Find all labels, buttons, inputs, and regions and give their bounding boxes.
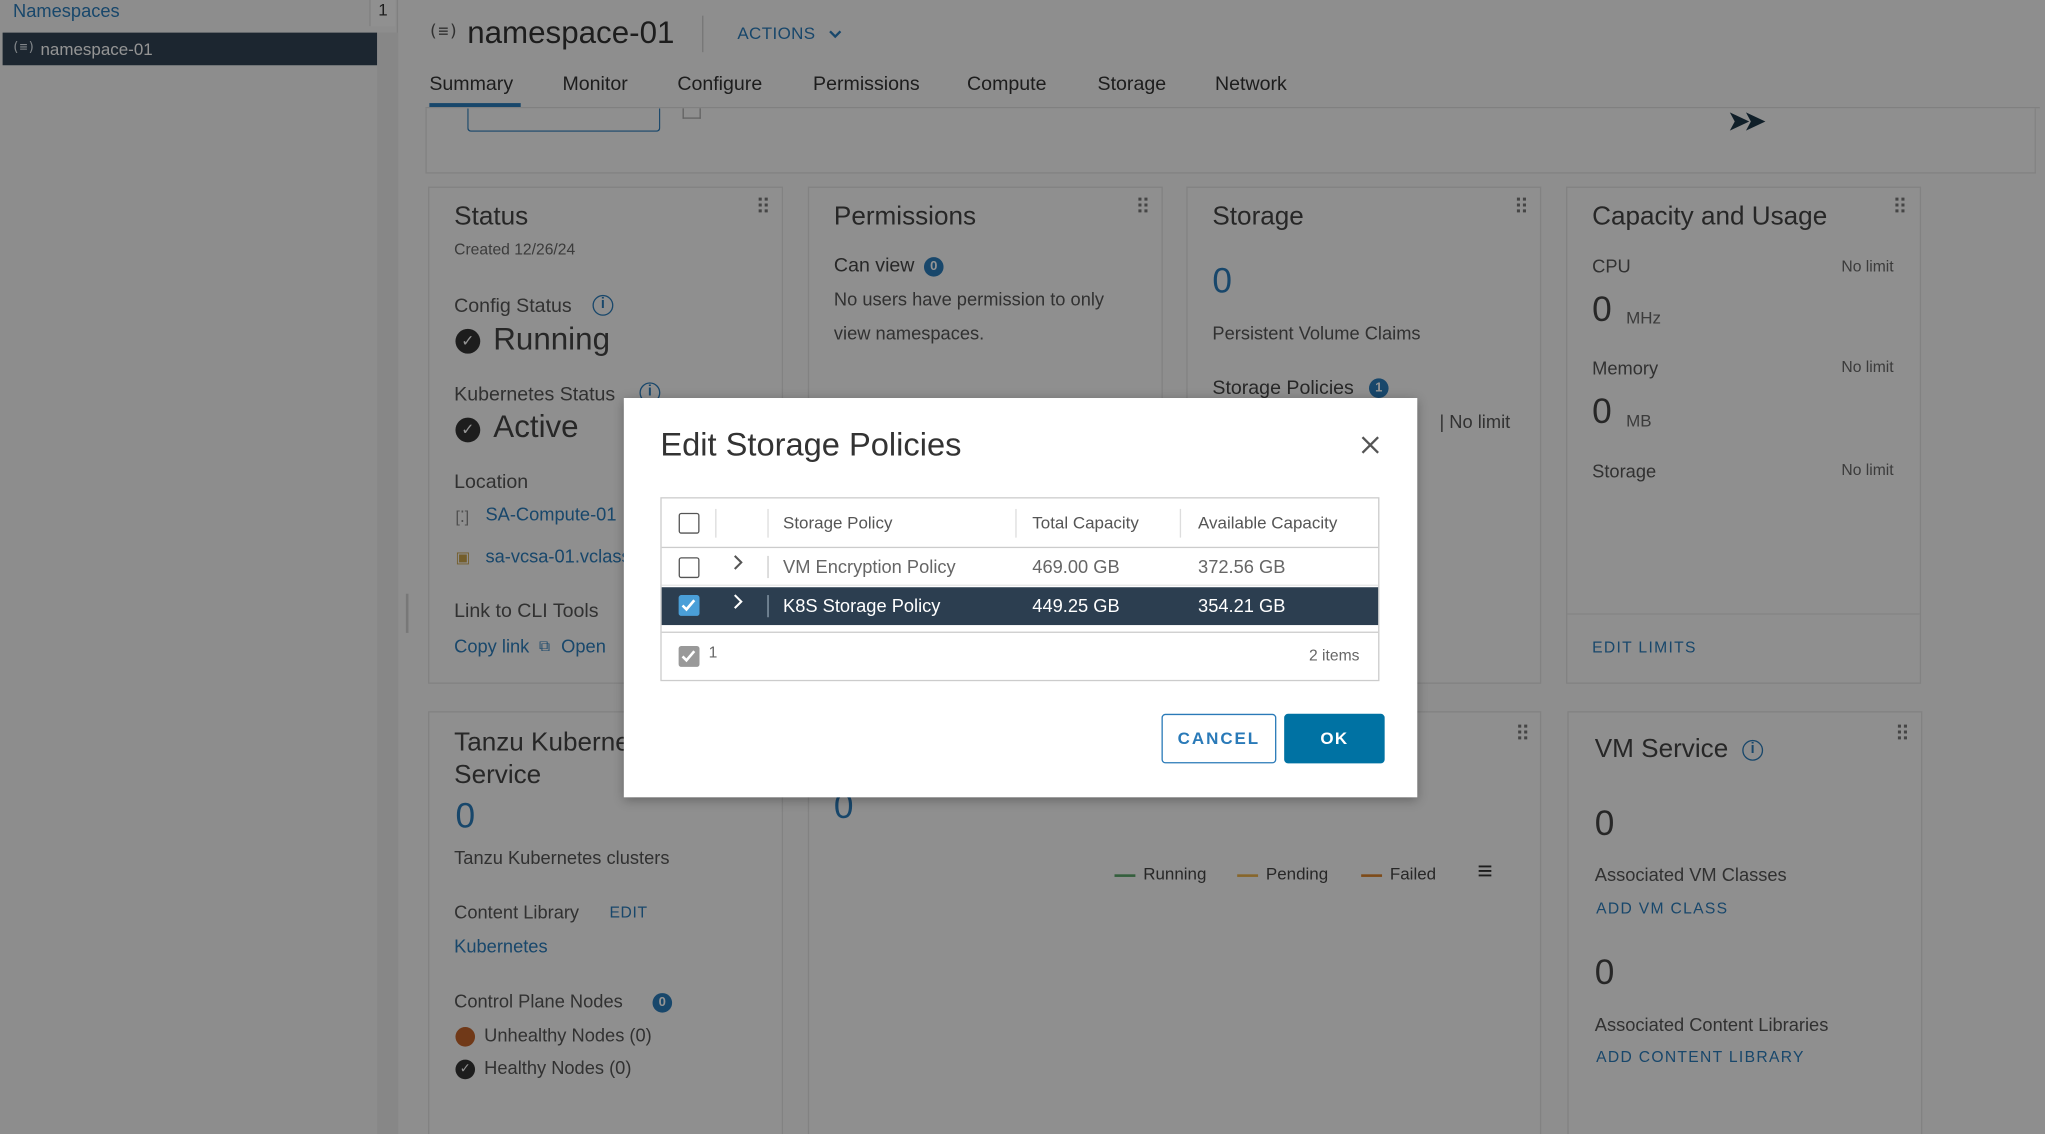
column-separator <box>767 508 769 538</box>
table-row-selected[interactable]: K8S Storage Policy 449.25 GB 354.21 GB <box>661 587 1379 626</box>
close-icon[interactable] <box>1360 432 1381 461</box>
dialog-title: Edit Storage Policies <box>660 426 962 464</box>
column-header-total-capacity[interactable]: Total Capacity <box>1032 513 1139 533</box>
row-checkbox[interactable] <box>678 557 700 579</box>
select-all-checkbox[interactable] <box>678 512 700 534</box>
total-capacity: 449.25 GB <box>1032 595 1120 616</box>
available-capacity: 354.21 GB <box>1198 595 1286 616</box>
table-row[interactable]: VM Encryption Policy 469.00 GB 372.56 GB <box>661 548 1379 586</box>
selected-count-checkbox <box>678 645 700 667</box>
policy-name: K8S Storage Policy <box>783 595 941 616</box>
selected-count: 1 <box>708 643 718 662</box>
grid-header: Storage Policy Total Capacity Available … <box>661 498 1379 549</box>
column-separator <box>1015 508 1017 538</box>
chevron-right-icon[interactable] <box>733 553 743 575</box>
row-divider <box>767 555 769 579</box>
cancel-button[interactable]: CANCEL <box>1161 713 1277 764</box>
grid-footer: 1 2 items <box>661 631 1379 680</box>
row-divider <box>767 595 769 618</box>
storage-policy-grid: Storage Policy Total Capacity Available … <box>660 497 1380 682</box>
total-capacity: 469.00 GB <box>1032 555 1120 577</box>
column-separator <box>715 508 717 538</box>
edit-storage-policies-dialog: Edit Storage Policies Storage Policy Tot… <box>623 398 1418 798</box>
chevron-right-icon[interactable] <box>733 592 743 614</box>
column-separator <box>1179 508 1182 538</box>
policy-name: VM Encryption Policy <box>783 555 956 577</box>
column-header-available-capacity[interactable]: Available Capacity <box>1198 513 1337 533</box>
row-checkbox-checked[interactable] <box>678 595 700 616</box>
items-count: 2 items <box>1308 645 1360 665</box>
available-capacity: 372.56 GB <box>1198 555 1286 577</box>
ok-button[interactable]: OK <box>1284 713 1385 764</box>
column-header-storage-policy[interactable]: Storage Policy <box>783 513 892 533</box>
